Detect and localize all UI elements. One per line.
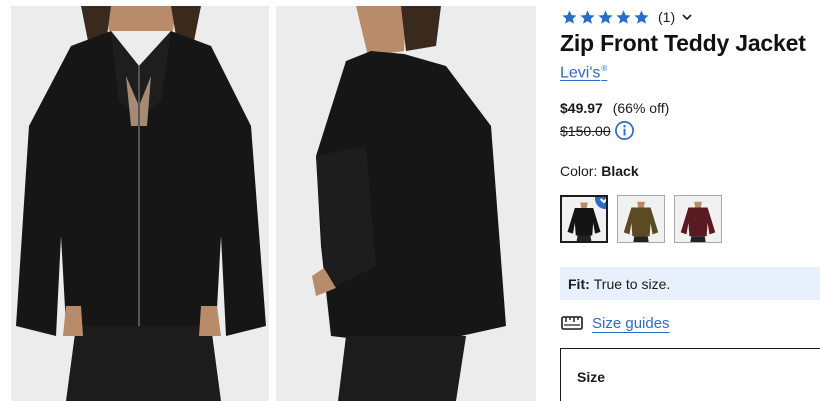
registered-mark: ® xyxy=(601,64,608,73)
size-guides-row[interactable]: Size guides xyxy=(560,312,670,334)
info-icon[interactable] xyxy=(614,120,635,141)
star-icon xyxy=(598,9,613,24)
star-icon xyxy=(634,9,649,24)
star-rating xyxy=(561,9,650,26)
check-icon xyxy=(594,197,606,210)
color-label: Color: xyxy=(560,163,598,179)
current-price: $49.97 xyxy=(560,100,603,116)
swatch-burgundy[interactable] xyxy=(674,195,722,243)
selected-color-name: Black xyxy=(601,163,639,179)
brand-link[interactable]: Levi's® xyxy=(560,64,607,82)
jacket-side-photo xyxy=(276,6,536,401)
brand-name: Levi's xyxy=(560,64,601,82)
fit-info: Fit: True to size. xyxy=(560,267,820,300)
product-image-side[interactable] xyxy=(276,6,536,401)
rating-summary[interactable]: (1) xyxy=(561,8,693,26)
size-selector[interactable]: Size xyxy=(560,348,820,401)
fit-label: Fit: xyxy=(568,275,590,292)
product-image-front[interactable] xyxy=(11,6,269,401)
swatch-olive[interactable] xyxy=(617,195,665,243)
chevron-down-icon[interactable] xyxy=(681,11,693,23)
star-icon xyxy=(616,9,631,24)
color-swatches xyxy=(560,195,722,243)
color-selection-label: Color: Black xyxy=(560,163,639,179)
product-info-panel: (1) Zip Front Teddy Jacket Levi's® $49.9… xyxy=(560,0,820,401)
product-title: Zip Front Teddy Jacket xyxy=(560,30,806,56)
original-price-row: $150.00 xyxy=(560,120,635,141)
price-row: $49.97 (66% off) xyxy=(560,100,669,116)
jacket-thumbnail-olive xyxy=(618,196,664,242)
jacket-thumbnail-burgundy xyxy=(675,196,721,242)
ruler-icon xyxy=(561,316,583,330)
size-label: Size xyxy=(577,369,606,385)
review-count[interactable]: (1) xyxy=(658,9,675,25)
discount-percent: (66% off) xyxy=(612,100,670,116)
original-price: $150.00 xyxy=(560,122,611,139)
swatch-black[interactable] xyxy=(560,195,608,243)
fit-value: True to size. xyxy=(593,275,671,292)
star-icon xyxy=(580,9,595,24)
jacket-front-photo xyxy=(11,6,269,401)
size-guides-link[interactable]: Size guides xyxy=(592,315,670,332)
star-icon xyxy=(562,9,577,24)
